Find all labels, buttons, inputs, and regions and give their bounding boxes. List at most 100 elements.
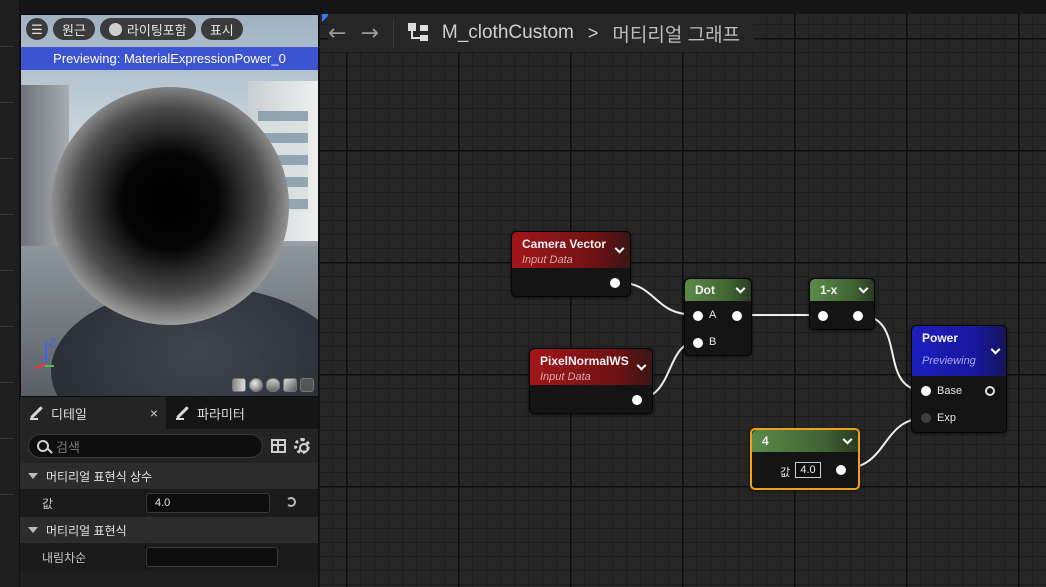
cylinder-shape-icon[interactable] [232,378,246,392]
node-dot[interactable]: Dot A B [684,278,752,356]
node-header: 1-x [810,279,874,301]
chevron-down-icon[interactable] [636,360,647,371]
output-pin[interactable] [632,395,642,405]
gear-icon[interactable] [294,438,310,454]
input-pin[interactable] [818,311,828,321]
lighting-button[interactable]: 라이팅포함 [99,18,196,40]
show-label: 표시 [209,22,234,38]
graph-tree-icon [407,23,428,43]
node-title: PixelNormalWS [540,354,629,368]
search-placeholder: 검색 [56,439,80,455]
property-desc-row: 내림차순 [20,543,318,571]
node-one-minus[interactable]: 1-x [809,278,875,330]
collapse-triangle-icon [28,473,38,479]
forward-arrow-icon[interactable]: → [360,21,378,46]
dock-tab-marker[interactable] [0,494,14,495]
perspective-button[interactable]: 원근 [53,18,95,40]
property-value-field[interactable]: 4.0 [146,493,270,513]
input-pin-a[interactable] [693,311,703,321]
collapse-triangle-icon [28,527,38,533]
chevron-down-icon[interactable] [614,243,625,254]
node-header: Camera Vector Input Data [512,232,630,268]
breadcrumb: ← → M_clothCustom > 머티리얼 그래프 [328,14,755,52]
dock-tab-marker[interactable] [0,102,14,103]
pencil-icon [176,406,190,420]
input-pin-b[interactable] [693,338,703,348]
node-camera-vector[interactable]: Camera Vector Input Data [511,231,631,297]
close-icon[interactable]: × [150,405,158,421]
table-view-icon[interactable] [271,439,286,453]
cube-shape-icon[interactable] [283,378,297,392]
dock-tab-marker[interactable] [0,46,14,47]
chevron-down-icon[interactable] [858,283,869,294]
section-expression[interactable]: 머티리얼 표현식 [20,517,318,543]
chevron-down-icon[interactable] [842,434,853,445]
breadcrumb-chevron-icon: > [587,22,599,43]
dock-tab-marker[interactable] [0,326,14,327]
output-pin[interactable] [985,386,995,396]
dock-tab-marker[interactable] [0,270,14,271]
node-power[interactable]: Power Previewing Base Exp [911,325,1007,433]
section-constant[interactable]: 머티리얼 표현식 상수 [20,463,318,489]
dock-tab-marker[interactable] [0,158,14,159]
breadcrumb-page[interactable]: 머티리얼 그래프 [612,20,740,47]
node-subtitle: Input Data [522,254,573,266]
preview-viewport[interactable]: ☰ 원근 라이팅포함 표시 Previewing: MaterialExpres… [20,14,319,397]
pin-a-label: A [709,309,717,321]
sphere-shape-icon[interactable] [249,378,263,392]
node-title: Dot [695,283,715,297]
dock-tab-marker[interactable] [0,438,14,439]
back-arrow-icon[interactable]: ← [328,21,346,46]
property-value-label: 값 [42,496,54,511]
input-pin-base[interactable] [921,386,931,396]
dock-tab-marker[interactable] [0,214,14,215]
node-title: 1-x [820,283,838,297]
pencil-icon [30,406,44,420]
output-pin[interactable] [853,311,863,321]
dock-tab-marker[interactable] [0,382,14,383]
chevron-down-icon[interactable] [735,283,746,294]
node-subtitle: Input Data [540,371,591,383]
teapot-shape-icon[interactable] [300,378,314,392]
property-desc-field[interactable] [146,547,278,567]
output-pin[interactable] [836,465,846,475]
node-constant[interactable]: 4 값 4.0 [750,428,860,490]
node-title: Camera Vector [522,237,607,251]
property-desc-label: 내림차순 [42,550,87,565]
axis-gizmo-icon: Z [33,336,63,370]
tab-parameters[interactable]: 파라미터 [166,397,255,429]
hamburger-icon: ☰ [31,21,43,37]
node-subtitle: Previewing [922,355,976,367]
reset-arrow-icon[interactable] [286,497,296,507]
output-pin[interactable] [610,278,620,288]
pin-base-label: Base [937,385,963,397]
node-title: 4 [762,434,769,448]
viewport-menu-button[interactable]: ☰ [26,18,48,40]
viewport-toolbar: ☰ 원근 라이팅포함 표시 [26,18,243,40]
details-panel: 디테일 × 파라미터 검색 머티리얼 표현식 상수 값 4.0 머티리얼 표현식… [20,397,319,587]
pin-exp-label: Exp [937,412,956,424]
plane-shape-icon[interactable] [266,378,280,392]
left-dock-strip [0,0,20,587]
node-pixel-normal[interactable]: PixelNormalWS Input Data [529,348,653,414]
search-input[interactable]: 검색 [28,434,263,458]
chevron-down-icon[interactable] [990,344,1001,355]
output-pin[interactable] [732,311,742,321]
tab-parameters-label: 파라미터 [197,406,245,422]
details-tabs: 디테일 × 파라미터 [20,397,318,429]
material-graph-canvas[interactable]: ← → M_clothCustom > 머티리얼 그래프 Camera Vect… [320,14,1046,587]
input-pin-exp[interactable] [921,413,931,423]
perspective-label: 원근 [62,22,86,38]
node-header: PixelNormalWS Input Data [530,349,652,385]
top-strip [320,0,1046,14]
preview-shape-bar [232,378,314,392]
section-expression-label: 머티리얼 표현식 [46,523,127,538]
preview-sphere [51,87,289,325]
breadcrumb-asset[interactable]: M_clothCustom [442,22,574,44]
tab-details[interactable]: 디테일 × [20,397,166,429]
const-value-field[interactable]: 4.0 [795,462,821,478]
show-button[interactable]: 표시 [200,18,243,40]
details-search-row: 검색 [20,429,318,463]
axis-z-label: Z [49,336,57,350]
section-constant-label: 머티리얼 표현식 상수 [46,469,153,484]
